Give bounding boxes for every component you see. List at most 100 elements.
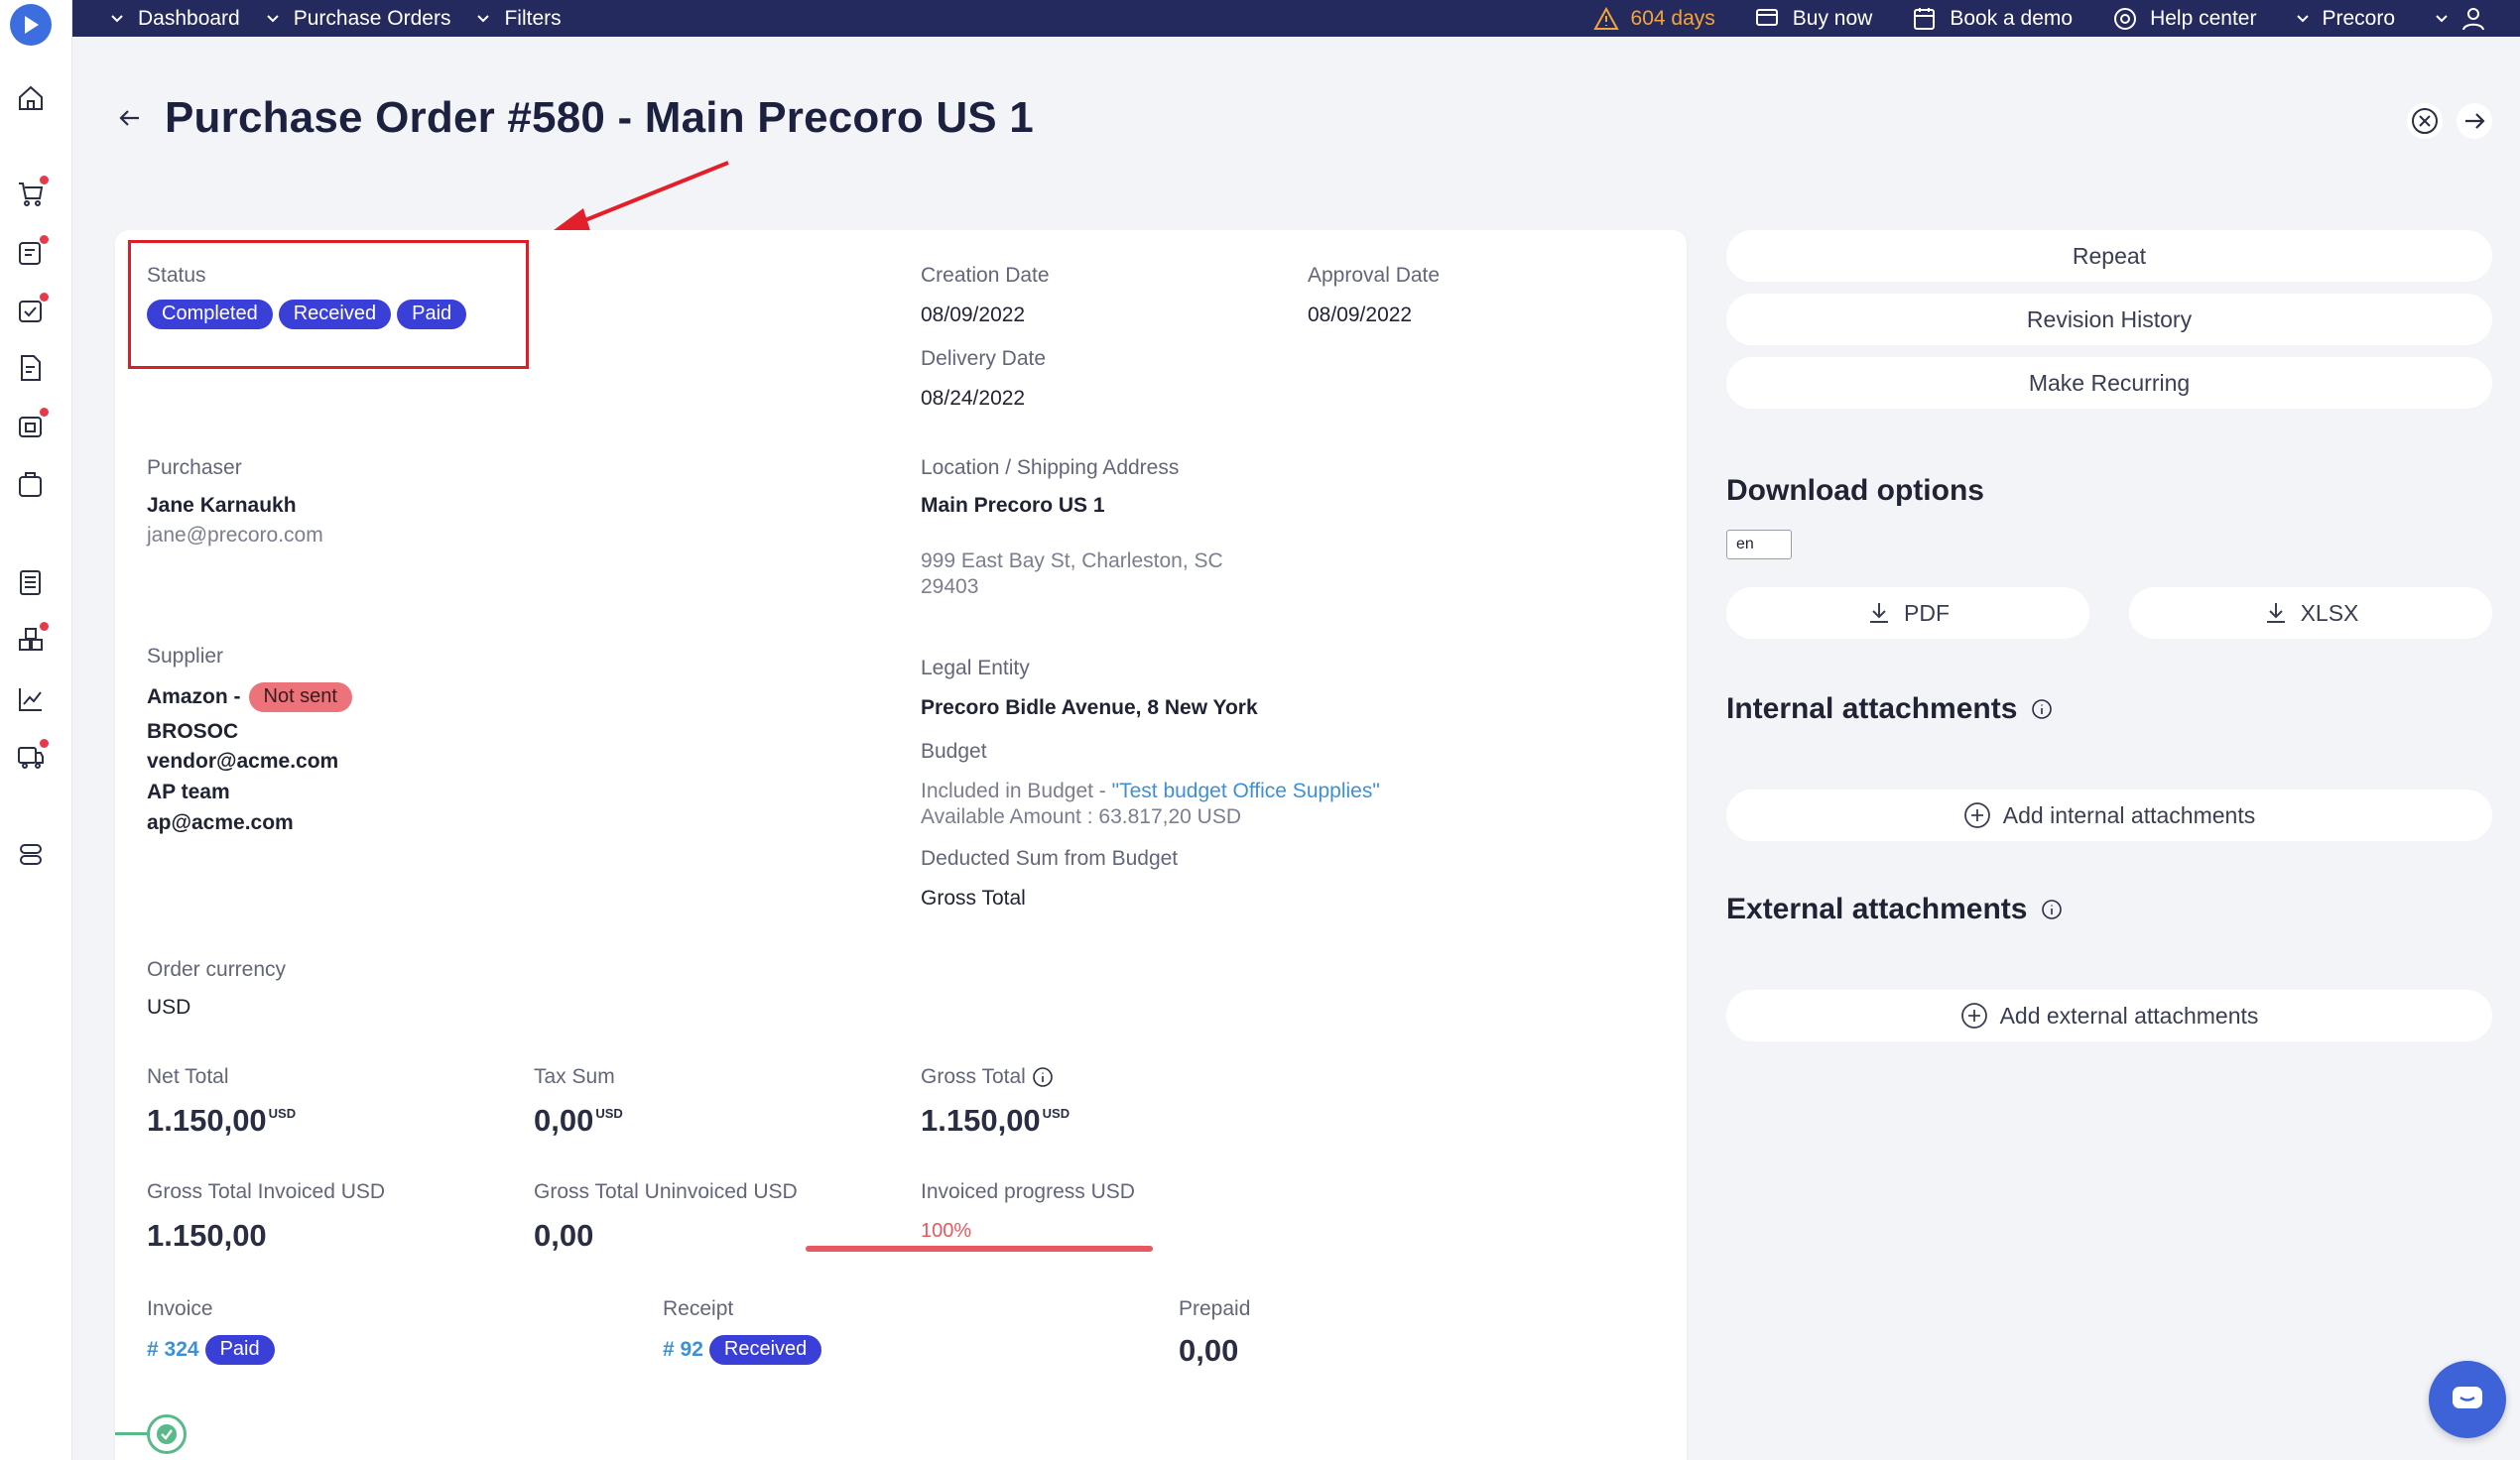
language-select[interactable]: en [1726,530,1792,559]
warning-icon [1592,6,1619,30]
gross-total-label-row: Gross Total [921,1065,1054,1089]
status-badge-completed: Completed [147,300,273,329]
tax-sum-label: Tax Sum [534,1065,615,1088]
info-icon[interactable] [1032,1066,1054,1088]
receipt-link[interactable]: # 92 [663,1338,703,1362]
invoice-paid-badge: Paid [204,1335,275,1365]
menu-purchase-orders[interactable]: Purchase Orders [266,7,450,31]
receipt-label: Receipt [663,1297,734,1320]
next-button[interactable] [2457,103,2492,139]
tax-sum-amount: 0,00 [534,1103,594,1138]
help-center-link[interactable]: Help center [2112,7,2256,31]
revision-history-button[interactable]: Revision History [1726,294,2492,345]
menu-filters[interactable]: Filters [476,7,562,31]
suppliers-icon[interactable] [16,739,49,772]
download-xlsx-button[interactable]: XLSX [2129,587,2492,639]
user-menu[interactable] [2435,6,2498,32]
company-selector[interactable]: Precoro [2296,7,2395,31]
supplier-name-row: Amazon - Not sent [147,682,358,712]
budgets-icon[interactable] [16,567,46,597]
menu-dashboard[interactable]: Dashboard [110,7,240,31]
uninvoiced-label: Gross Total Uninvoiced USD [534,1180,798,1203]
address-line-1: 999 East Bay St, Charleston, SC [921,549,1223,572]
purchaser-email: jane@precoro.com [147,524,323,547]
close-circle-icon [2412,108,2438,134]
order-details-card: Status Completed Received Paid Creation Da… [115,230,1687,1460]
chat-button[interactable] [2429,1361,2506,1438]
deducted-label: Deducted Sum from Budget [921,847,1179,870]
delivery-date-label: Delivery Date [921,347,1047,370]
supplier-name: Amazon - [147,685,241,708]
chevron-down-icon [477,14,490,22]
approvals-icon[interactable] [16,293,49,325]
menu-dashboard-label: Dashboard [138,6,240,30]
prepaid-label: Prepaid [1179,1297,1251,1320]
make-recurring-button[interactable]: Make Recurring [1726,357,2492,409]
catalog-icon[interactable] [16,622,49,655]
help-center-label: Help center [2150,6,2257,30]
requests-icon[interactable] [16,235,49,268]
info-icon[interactable] [2031,698,2053,720]
invoices-icon[interactable] [16,353,46,383]
invoice-link[interactable]: # 324 [147,1338,199,1362]
analytics-icon[interactable] [16,684,46,714]
legal-entity-value: Precoro Bidle Avenue, 8 New York [921,696,1258,719]
supplier-line: ap@acme.com [147,811,294,834]
download-pdf-button[interactable]: PDF [1726,587,2089,639]
invoiced-progress-bar [806,1246,1153,1252]
invoice-label: Invoice [147,1297,213,1320]
repeat-button[interactable]: Repeat [1726,230,2492,282]
settings-stack-icon[interactable] [16,839,46,869]
receipts-icon[interactable] [16,408,49,440]
download-icon [1870,603,1888,623]
gross-total-unit: USD [1042,1106,1071,1121]
delivery-date-value: 08/24/2022 [921,387,1026,410]
info-icon[interactable] [2041,899,2063,920]
net-total-amount: 1.150,00 [147,1103,267,1138]
buy-now-link[interactable]: Buy now [1755,6,1873,31]
calendar-icon [1914,7,1936,30]
user-icon [2462,7,2484,30]
address-line-2: 29403 [921,575,979,598]
back-arrow-icon[interactable] [117,105,143,131]
internal-attachments-title: Internal attachments [1726,692,2053,726]
net-total-value: 1.150,00 USD [147,1103,296,1139]
top-navigation-bar: Dashboard Purchase Orders Filters 604 da… [72,0,2520,37]
trial-days-text: 604 days [1630,6,1715,30]
internal-attachments-heading: Internal attachments [1726,692,2018,725]
trial-days-indicator[interactable]: 604 days [1592,6,1715,31]
sidebar [0,0,72,1460]
add-external-attachments-button[interactable]: Add external attachments [1726,990,2492,1041]
uninvoiced-value: 0,00 [534,1218,594,1253]
net-total-unit: USD [268,1106,297,1121]
purchaser-label: Purchaser [147,456,242,479]
chevron-down-icon [2297,14,2310,22]
add-external-label: Add external attachments [1999,1002,2259,1029]
plus-circle-icon [1963,802,1990,828]
page-title: Purchase Order #580 - Main Precoro US 1 [165,93,1034,142]
inventory-icon[interactable] [16,470,46,500]
page-header: Purchase Order #580 - Main Precoro US 1 [117,93,1034,143]
book-demo-link[interactable]: Book a demo [1912,7,2073,31]
main-menu: Dashboard Purchase Orders Filters [110,7,587,31]
timeline-line [115,1432,149,1435]
progress-label: Invoiced progress USD [921,1180,1135,1203]
precoro-logo-icon[interactable] [10,4,52,46]
close-button[interactable] [2407,103,2443,139]
add-internal-attachments-button[interactable]: Add internal attachments [1726,790,2492,841]
budget-link[interactable]: "Test budget Office Supplies" [1112,780,1380,802]
book-demo-label: Book a demo [1950,6,2074,30]
gross-total-amount: 1.150,00 [921,1103,1041,1138]
supplier-line: vendor@acme.com [147,750,339,773]
buy-now-label: Buy now [1792,6,1873,30]
supplier-line: AP team [147,781,230,803]
purchaser-name: Jane Karnaukh [147,494,297,517]
prepaid-value: 0,00 [1179,1333,1239,1368]
home-icon[interactable] [16,83,46,113]
cart-icon[interactable] [16,176,49,208]
company-name: Precoro [2322,6,2395,30]
timeline-check-icon [147,1414,187,1454]
legal-entity-label: Legal Entity [921,657,1030,679]
approval-date-label: Approval Date [1308,264,1441,287]
status-label: Status [147,264,206,287]
